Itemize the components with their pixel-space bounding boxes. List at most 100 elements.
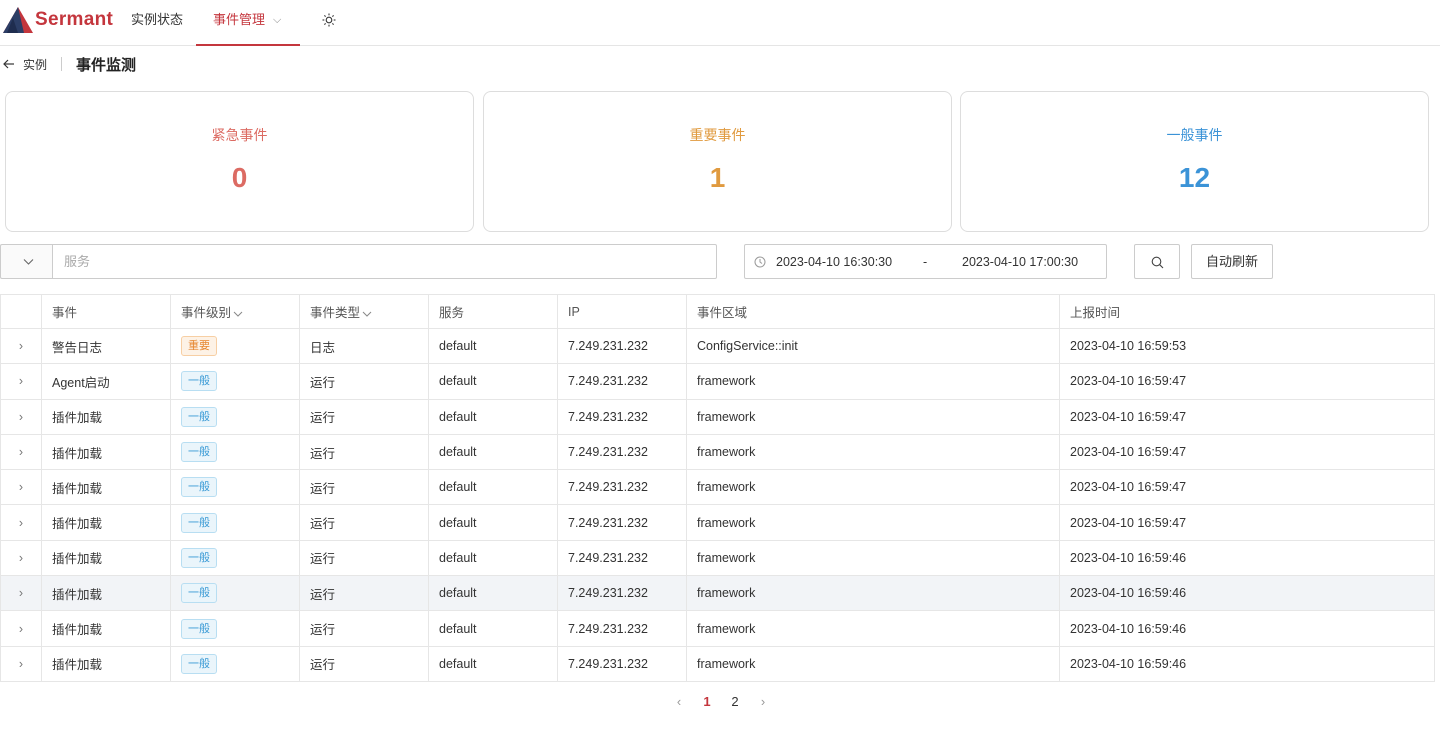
breadcrumb-divider bbox=[61, 57, 63, 71]
table-row[interactable]: › 插件加载 一般 运行 default 7.249.231.232 framework 20… bbox=[0, 398, 1435, 435]
cell-type: 运行 bbox=[299, 610, 429, 647]
breadcrumb: 实例 事件监测 bbox=[0, 52, 136, 76]
prev-page-chevron-left-icon[interactable]: ‹ bbox=[665, 694, 693, 709]
table-row[interactable]: › 插件加载 一般 运行 default 7.249.231.232 framework 20… bbox=[0, 433, 1435, 471]
cell-service: default bbox=[428, 433, 558, 471]
cell-time: 2023-04-10 16:59:46 bbox=[1059, 645, 1435, 682]
top-navbar: Sermant 实例状态 事件管理 ⌵ bbox=[0, 0, 1440, 46]
auto-refresh-button[interactable]: 自动刷新 bbox=[1191, 244, 1273, 279]
cell-type: 日志 bbox=[299, 327, 429, 365]
date-range-picker[interactable]: 2023-04-10 16:30:30 - 2023-04-10 17:00:3… bbox=[744, 244, 1107, 279]
cell-type: 运行 bbox=[299, 363, 429, 400]
date-range-start[interactable]: 2023-04-10 16:30:30 bbox=[776, 255, 892, 269]
stat-card-general: 一般事件 12 bbox=[960, 91, 1429, 232]
brand-name: Sermant bbox=[35, 9, 114, 30]
chevron-right-icon[interactable]: › bbox=[19, 586, 23, 600]
column-header-expand bbox=[0, 294, 42, 329]
row-expand-cell[interactable]: › bbox=[0, 433, 42, 471]
cell-service: default bbox=[428, 575, 558, 612]
cell-area: framework bbox=[686, 575, 1060, 612]
nav-event-management[interactable]: 事件管理 ⌵ bbox=[196, 0, 300, 46]
nav-event-management-label: 事件管理 bbox=[213, 12, 266, 27]
table-row[interactable]: › 插件加载 一般 运行 default 7.249.231.232 framework 20… bbox=[0, 575, 1435, 612]
cell-level: 一般 bbox=[170, 504, 300, 541]
row-expand-cell[interactable]: › bbox=[0, 610, 42, 647]
page-button-1[interactable]: 1 bbox=[693, 694, 721, 709]
cell-event: 插件加载 bbox=[41, 645, 171, 682]
filter-chevron-icon[interactable] bbox=[233, 310, 243, 318]
cell-event: 插件加载 bbox=[41, 504, 171, 541]
nav-instances[interactable]: 实例状态 bbox=[131, 0, 183, 46]
date-range-end[interactable]: 2023-04-10 17:00:30 bbox=[962, 255, 1078, 269]
stat-card-urgent: 紧急事件 0 bbox=[5, 91, 474, 232]
row-expand-cell[interactable]: › bbox=[0, 363, 42, 400]
cell-event: 插件加载 bbox=[41, 469, 171, 506]
cell-level: 一般 bbox=[170, 575, 300, 612]
cell-type: 运行 bbox=[299, 469, 429, 506]
brand-logo[interactable]: Sermant bbox=[2, 6, 113, 34]
service-search-input[interactable] bbox=[52, 244, 717, 279]
filter-field-select[interactable] bbox=[0, 244, 52, 279]
table-row[interactable]: › 插件加载 一般 运行 default 7.249.231.232 framework 20… bbox=[0, 645, 1435, 682]
page-button-2[interactable]: 2 bbox=[721, 694, 749, 709]
level-badge: 一般 bbox=[181, 512, 217, 533]
chevron-right-icon[interactable]: › bbox=[19, 339, 23, 353]
column-header-level[interactable]: 事件级别 bbox=[170, 294, 300, 329]
table-row[interactable]: › 插件加载 一般 运行 default 7.249.231.232 framework 20… bbox=[0, 539, 1435, 577]
row-expand-cell[interactable]: › bbox=[0, 575, 42, 612]
level-badge: 一般 bbox=[181, 618, 217, 639]
column-header-ip: IP bbox=[557, 294, 687, 329]
chevron-right-icon[interactable]: › bbox=[19, 445, 23, 459]
cell-time: 2023-04-10 16:59:46 bbox=[1059, 610, 1435, 647]
breadcrumb-back-link[interactable]: 实例 bbox=[23, 56, 47, 73]
column-header-event: 事件 bbox=[41, 294, 171, 329]
cell-level: 重要 bbox=[170, 327, 300, 365]
table-row[interactable]: › 插件加载 一般 运行 default 7.249.231.232 framework 20… bbox=[0, 504, 1435, 541]
cell-area: framework bbox=[686, 398, 1060, 435]
row-expand-cell[interactable]: › bbox=[0, 398, 42, 435]
table-row[interactable]: › 插件加载 一般 运行 default 7.249.231.232 framework 20… bbox=[0, 469, 1435, 506]
pagination: ‹ 1 2 › bbox=[665, 691, 777, 711]
chevron-right-icon[interactable]: › bbox=[19, 657, 23, 671]
chevron-right-icon[interactable]: › bbox=[19, 622, 23, 636]
chevron-right-icon[interactable]: › bbox=[19, 410, 23, 424]
cell-area: framework bbox=[686, 469, 1060, 506]
row-expand-cell[interactable]: › bbox=[0, 327, 42, 365]
cell-type: 运行 bbox=[299, 575, 429, 612]
next-page-chevron-right-icon[interactable]: › bbox=[749, 694, 777, 709]
theme-toggle[interactable] bbox=[321, 0, 337, 46]
stat-value: 12 bbox=[1178, 162, 1211, 193]
chevron-down-icon: ⌵ bbox=[273, 14, 282, 26]
chevron-right-icon[interactable]: › bbox=[19, 480, 23, 494]
cell-area: framework bbox=[686, 539, 1060, 577]
table-row[interactable]: › 插件加载 一般 运行 default 7.249.231.232 framework 20… bbox=[0, 610, 1435, 647]
row-expand-cell[interactable]: › bbox=[0, 504, 42, 541]
row-expand-cell[interactable]: › bbox=[0, 469, 42, 506]
cell-type: 运行 bbox=[299, 645, 429, 682]
cell-ip: 7.249.231.232 bbox=[557, 645, 687, 682]
cell-level: 一般 bbox=[170, 610, 300, 647]
sermant-logo-icon bbox=[3, 7, 33, 33]
filter-chevron-icon[interactable] bbox=[362, 310, 372, 318]
search-button[interactable] bbox=[1134, 244, 1180, 279]
arrow-left-icon[interactable] bbox=[1, 56, 17, 72]
clock-icon bbox=[754, 256, 766, 268]
chevron-right-icon[interactable]: › bbox=[19, 374, 23, 388]
row-expand-cell[interactable]: › bbox=[0, 539, 42, 577]
row-expand-cell[interactable]: › bbox=[0, 645, 42, 682]
cell-event: 插件加载 bbox=[41, 575, 171, 612]
chevron-right-icon[interactable]: › bbox=[19, 551, 23, 565]
chevron-right-icon[interactable]: › bbox=[19, 516, 23, 530]
page-title: 事件监测 bbox=[76, 56, 137, 74]
column-header-type[interactable]: 事件类型 bbox=[299, 294, 429, 329]
cell-service: default bbox=[428, 539, 558, 577]
stat-label: 一般事件 bbox=[1166, 127, 1223, 143]
level-badge: 一般 bbox=[181, 583, 217, 604]
table-row[interactable]: › 警告日志 重要 日志 default 7.249.231.232 ConfigServi… bbox=[0, 327, 1435, 365]
cell-service: default bbox=[428, 363, 558, 400]
table-row[interactable]: › Agent启动 一般 运行 default 7.249.231.232 framewor… bbox=[0, 363, 1435, 400]
level-badge: 一般 bbox=[181, 547, 217, 568]
stat-card-important: 重要事件 1 bbox=[483, 91, 952, 232]
cell-time: 2023-04-10 16:59:47 bbox=[1059, 469, 1435, 506]
cell-ip: 7.249.231.232 bbox=[557, 363, 687, 400]
